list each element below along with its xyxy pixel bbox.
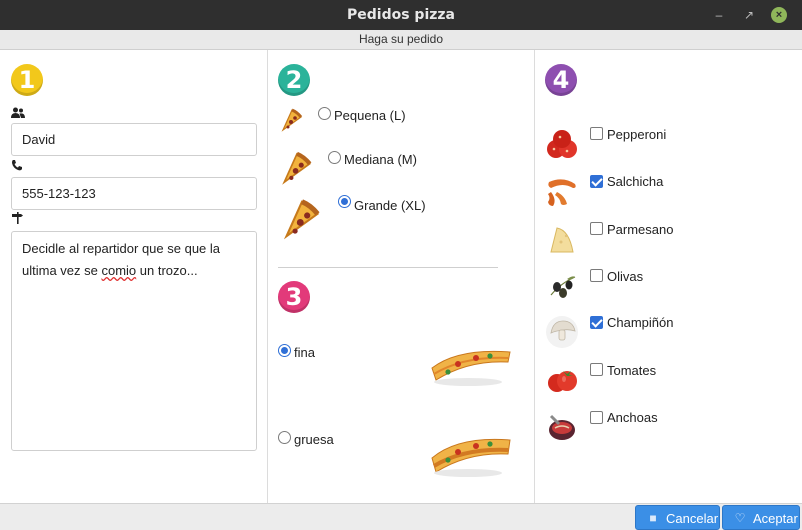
topping-parmesan-label: Parmesano: [607, 222, 674, 237]
user-icon: [11, 107, 25, 119]
topping-parmesan-checkbox[interactable]: [590, 222, 603, 235]
topping-olives-label: Olivas: [607, 269, 644, 284]
phone-field[interactable]: 555-123-123: [11, 177, 257, 210]
crust-thick-radio[interactable]: [278, 431, 291, 444]
step-2-badge: 2: [278, 64, 310, 96]
notes-line: Decidle al repartidor que se que la: [22, 241, 221, 256]
maximize-icon[interactable]: ↗: [740, 6, 758, 24]
topping-mushroom-label: Champiñón: [607, 315, 674, 330]
size-large-radio[interactable]: [338, 195, 351, 208]
footer-bar: ■ Cancelar ♡ Aceptar: [0, 503, 802, 530]
trash-icon: ■: [649, 511, 657, 525]
misspelled-word: comio: [101, 263, 137, 278]
pepperoni-icon: [547, 130, 577, 158]
size-small-radio[interactable]: [318, 107, 331, 120]
size-medium-label: Mediana (M): [344, 152, 417, 167]
crust-thick-label: gruesa: [294, 432, 334, 447]
topping-anchovy-checkbox[interactable]: [590, 411, 603, 424]
topping-sausage-checkbox[interactable]: [590, 175, 603, 188]
pizza-small-icon: [281, 108, 303, 132]
size-large-label: Grande (XL): [354, 198, 426, 213]
minimize-icon[interactable]: –: [710, 6, 728, 24]
column-divider: [534, 50, 535, 503]
mushroom-icon: [546, 316, 578, 348]
accept-button[interactable]: ♡ Aceptar: [722, 505, 800, 530]
phone-icon: [11, 159, 25, 171]
header-subtitle: Haga su pedido: [0, 30, 802, 50]
sausage-icon: [548, 179, 576, 206]
thin-crust-pizza-icon: [431, 350, 511, 386]
notes-textarea[interactable]: Decidle al repartidor que se que la ulti…: [11, 231, 257, 451]
pizza-medium-icon: [282, 151, 312, 185]
cancel-button-label: Cancelar: [666, 511, 719, 526]
order-form: 1 David 555-123-123 Decidle al repartido…: [0, 50, 802, 503]
window-title: Pedidos pizza: [347, 7, 455, 23]
heart-icon: ♡: [734, 511, 746, 525]
topping-mushroom-checkbox[interactable]: [590, 316, 603, 329]
topping-anchovy-label: Anchoas: [607, 410, 658, 425]
topping-tomato-checkbox[interactable]: [590, 363, 603, 376]
step-1-badge: 1: [11, 64, 43, 96]
topping-sausage-label: Salchicha: [607, 174, 664, 189]
tomato-icon: [548, 371, 577, 392]
size-small-label: Pequena (L): [334, 108, 406, 123]
step-4-badge: 4: [545, 64, 577, 96]
section-divider: [278, 267, 498, 268]
thick-crust-pizza-icon: [431, 438, 511, 477]
crust-thin-label: fina: [294, 345, 315, 360]
accept-button-label: Aceptar: [753, 511, 798, 526]
topping-pepperoni-checkbox[interactable]: [590, 127, 603, 140]
notes-line: ultima vez se comio un trozo...: [22, 263, 198, 278]
cancel-button[interactable]: ■ Cancelar: [635, 505, 720, 530]
pizza-large-icon: [283, 199, 320, 240]
column-divider: [267, 50, 268, 503]
title-bar: Pedidos pizza – ↗ ×: [0, 0, 802, 30]
crust-thin-radio[interactable]: [278, 344, 291, 357]
topping-pepperoni-label: Pepperoni: [607, 127, 667, 142]
cheese-icon: [550, 227, 574, 253]
signpost-icon: [11, 212, 25, 224]
size-medium-radio[interactable]: [328, 151, 341, 164]
step-3-badge: 3: [278, 281, 310, 313]
topping-olives-checkbox[interactable]: [590, 269, 603, 282]
name-field[interactable]: David: [11, 123, 257, 156]
close-icon[interactable]: ×: [771, 7, 787, 23]
anchovy-icon: [549, 414, 575, 440]
olives-icon: [550, 276, 576, 298]
topping-tomato-label: Tomates: [607, 363, 657, 378]
